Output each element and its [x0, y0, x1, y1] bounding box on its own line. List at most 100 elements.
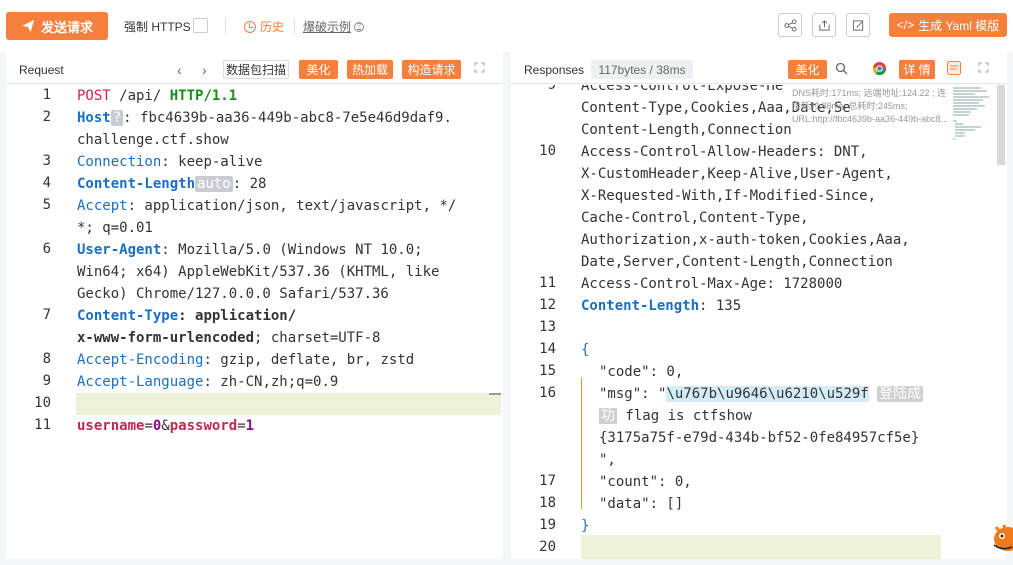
header-value: : application/json, text/javascript, */: [127, 198, 457, 214]
export-button[interactable]: [812, 13, 836, 37]
header-value: : 135: [699, 298, 742, 314]
accept-language-header: Accept-Language: zh-CN,zh;q=0.9: [77, 371, 338, 393]
header-line: Access-Control-Expose-He: [581, 85, 784, 94]
accept-header: Accept: application/json, text/javascrip…: [77, 195, 456, 217]
expand-icon[interactable]: [978, 62, 989, 73]
capture-scan-button[interactable]: 数据包扫描: [223, 60, 289, 79]
request-title: Request: [19, 63, 64, 77]
force-https-checkbox[interactable]: [193, 18, 208, 33]
msg-text: flag is ctfshow: [617, 408, 752, 424]
json-code-line: "code": 0,: [599, 364, 684, 380]
header-value: : DNT,: [817, 144, 868, 160]
header-value: : fbc4639b-aa36-449b-abc8-7e5e46d9daf9.: [123, 110, 452, 126]
line-number: 7: [42, 307, 51, 323]
json-msg-end: ",: [599, 452, 616, 468]
divider: [294, 18, 295, 34]
header-continuation: X-Requested-With,If-Modified-Since,: [581, 188, 877, 204]
json-open-brace: {: [581, 342, 590, 358]
line-number: 15: [539, 363, 556, 379]
json-msg-continuation: 功 flag is ctfshow: [599, 405, 752, 427]
accept-encoding-header: Accept-Encoding: gzip, deflate, br, zstd: [77, 349, 414, 371]
code-minimap[interactable]: [951, 85, 993, 145]
share-button[interactable]: [778, 13, 802, 37]
header-key: Access-Control-Allow-Headers: [581, 144, 818, 160]
line-number: 5: [42, 197, 51, 213]
burst-example-link[interactable]: 爆破示例 ?: [303, 18, 365, 35]
send-request-button[interactable]: 发送请求: [6, 12, 108, 40]
line-number: 10: [539, 143, 556, 159]
header-continuation: Authorization,x-auth-token,Cookies,Aaa,: [581, 232, 910, 248]
detail-button[interactable]: 详 情: [899, 60, 935, 79]
beautify-button[interactable]: 美化: [299, 60, 338, 79]
header-continuation: *; q=0.01: [77, 220, 153, 236]
header-key: Connection: [77, 154, 162, 170]
bracket-guide: [581, 377, 582, 509]
history-button[interactable]: 历史: [244, 18, 284, 35]
body-key: username: [77, 418, 145, 434]
request-line: POST /api/ HTTP/1.1: [77, 85, 237, 107]
allow-headers-line: Access-Control-Allow-Headers: DNT,: [581, 141, 868, 163]
response-viewer[interactable]: 9 10 11 12 13 14 15 16 17 18 19 20 Acces…: [511, 85, 1007, 559]
line-number: 9: [42, 373, 51, 389]
expand-icon[interactable]: [474, 62, 485, 73]
flag-value: {3175a75f-e79d-434b-bf52-0fe84957cf5e}: [599, 430, 920, 446]
header-continuation: X-CustomHeader,Keep-Alive,User-Agent,: [581, 166, 893, 182]
construct-request-button[interactable]: 构造请求: [402, 60, 461, 79]
line-number: 14: [539, 341, 556, 357]
divider: [225, 18, 226, 34]
header-continuation: Cache-Control,Content-Type,: [581, 210, 809, 226]
header-value: : gzip, deflate, br, zstd: [203, 352, 415, 368]
line-number: 11: [539, 275, 556, 291]
search-icon[interactable]: [835, 62, 848, 75]
send-request-label: 发送请求: [40, 19, 93, 35]
header-continuation: Gecko) Chrome/127.0.0.0 Safari/537.36: [77, 286, 389, 302]
chevron-left-icon[interactable]: ‹: [177, 62, 182, 78]
hotload-button[interactable]: 热加载: [347, 60, 393, 79]
vertical-scrollbar[interactable]: [993, 85, 1007, 559]
beautify-button[interactable]: 美化: [788, 60, 827, 79]
decoded-hint: 登陆成: [877, 386, 924, 402]
header-key: Content-Type: [77, 308, 179, 324]
placeholder-badge: ?: [110, 110, 124, 126]
current-line-highlight: [581, 535, 941, 559]
header-key: Accept-Encoding: [77, 352, 204, 368]
help-icon[interactable]: ?: [354, 21, 365, 32]
json-msg-line: "msg": "\u767b\u9646\u6210\u529f 登陆成: [599, 383, 924, 405]
mascot-icon: [993, 524, 1013, 551]
comment-icon[interactable]: [947, 61, 961, 75]
line-number: 3: [42, 153, 51, 169]
line-number: 8: [42, 351, 51, 367]
auto-badge: auto: [195, 176, 233, 192]
header-key: Content-Length: [581, 298, 700, 314]
top-toolbar: 发送请求 强制 HTTPS 历史 爆破示例 ? </> 生成 Yaml 模版: [0, 0, 1013, 52]
line-number: 17: [539, 473, 556, 489]
header-key: Accept-Language: [77, 374, 204, 390]
chevron-right-icon[interactable]: ›: [202, 62, 207, 78]
header-key: Content-Length: [77, 176, 196, 192]
request-editor[interactable]: 1 2 3 4 5 6 7 8 9 10 11 POST /api/ HTTP/…: [6, 85, 503, 559]
chrome-icon[interactable]: [872, 61, 887, 76]
decoded-hint: 功: [599, 408, 617, 424]
content-length-line: Content-Length: 135: [581, 295, 741, 317]
header-continuation: Content-Length,Connection: [581, 122, 792, 138]
clock-icon: [244, 20, 256, 33]
generate-yaml-button[interactable]: </> 生成 Yaml 模版: [889, 13, 1007, 37]
body-amp: &: [161, 418, 170, 434]
json-data-line: "data": []: [599, 496, 684, 512]
share-icon: [783, 18, 797, 32]
json-close-brace: }: [581, 518, 590, 534]
send-icon: [21, 19, 35, 33]
line-number: 16: [539, 385, 556, 401]
max-age-line: Access-Control-Max-Age: 1728000: [581, 273, 842, 295]
line-number: 19: [539, 517, 556, 533]
http-method: POST: [77, 88, 111, 104]
code-icon: </>: [896, 18, 915, 32]
header-continuation: Date,Server,Content-Length,Connection: [581, 254, 893, 270]
scrollbar-thumb[interactable]: [997, 85, 1005, 165]
request-header: Request ‹ › 数据包扫描 美化 热加载 构造请求: [6, 52, 503, 84]
line-number: 10: [34, 395, 51, 411]
edit-button[interactable]: [846, 13, 870, 37]
response-header: Responses 117bytes / 38ms 美化 详 情: [511, 52, 1007, 84]
header-continuation: Win64; x64) AppleWebKit/537.36 (KHTML, l…: [77, 264, 440, 280]
body-eq: =: [237, 418, 246, 434]
